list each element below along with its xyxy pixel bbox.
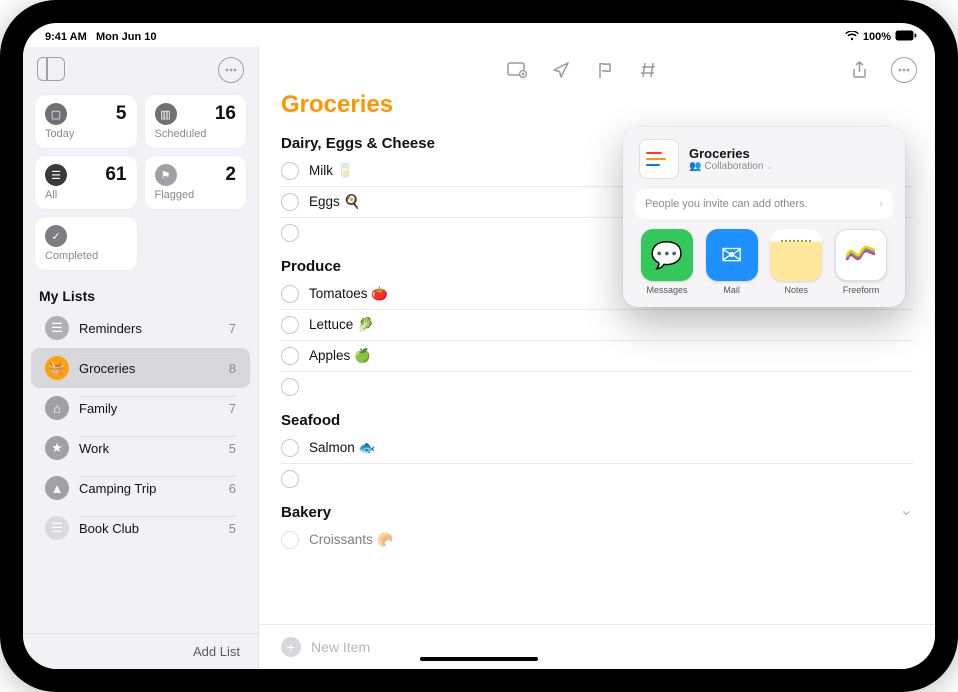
checkbox-icon[interactable]	[281, 347, 299, 365]
list-row-reminders[interactable]: ☰Reminders7	[31, 308, 250, 348]
status-bar: 9:41 AM Mon Jun 10 100%	[23, 23, 935, 47]
smart-list-flagged[interactable]: ⚑2 Flagged	[145, 156, 247, 209]
sidebar: ▢5 Today ▥16 Scheduled ☰61 All ⚑2 Flagge…	[23, 47, 259, 669]
hashtag-icon[interactable]	[639, 60, 659, 80]
basket-icon: 🧺	[45, 356, 69, 380]
share-app-notes[interactable]: Notes	[766, 229, 826, 295]
my-lists-header: My Lists	[23, 276, 258, 308]
smart-list-all[interactable]: ☰61 All	[35, 156, 137, 209]
share-sheet: Groceries 👥 Collaboration ⌄ People you i…	[623, 127, 905, 307]
checkbox-icon[interactable]	[281, 531, 299, 549]
smart-list-completed[interactable]: ✓ Completed	[35, 217, 137, 270]
template-icon[interactable]	[507, 60, 527, 80]
flag-icon: ⚑	[155, 164, 177, 186]
group-header[interactable]: Seafood	[281, 402, 913, 433]
lists-container: ☰Reminders7 🧺Groceries8 ⌂Family7 ★Work5 …	[23, 308, 258, 633]
checkbox-icon[interactable]	[281, 162, 299, 180]
mail-icon: ✉︎	[706, 229, 758, 281]
home-indicator[interactable]	[420, 657, 538, 661]
list-row-work[interactable]: ★Work5	[31, 428, 250, 468]
sidebar-more-icon[interactable]	[218, 57, 244, 83]
reminder-item[interactable]: Apples 🍏	[281, 340, 913, 371]
share-title: Groceries	[689, 146, 773, 161]
smart-list-today[interactable]: ▢5 Today	[35, 95, 137, 148]
battery-pct: 100%	[863, 31, 891, 43]
list-title: Groceries	[259, 83, 935, 125]
share-icon[interactable]	[849, 60, 869, 80]
list-row-camping[interactable]: ▲Camping Trip6	[31, 468, 250, 508]
checkbox-icon[interactable]	[281, 285, 299, 303]
notes-icon	[770, 229, 822, 281]
group-header[interactable]: Bakery	[281, 494, 331, 525]
freeform-icon	[835, 229, 887, 281]
calendar-icon: ▥	[155, 103, 177, 125]
reminder-item[interactable]: Lettuce 🥬	[281, 309, 913, 340]
reminder-item-empty[interactable]	[281, 463, 913, 494]
share-thumbnail-icon	[639, 139, 679, 179]
calendar-icon: ▢	[45, 103, 67, 125]
share-subtitle[interactable]: 👥 Collaboration ⌄	[689, 161, 773, 172]
list-row-groceries[interactable]: 🧺Groceries8	[31, 348, 250, 388]
wifi-icon	[845, 31, 859, 44]
reminder-item-empty[interactable]	[281, 371, 913, 402]
main-pane: Groceries Dairy, Eggs & Cheese Milk 🥛 Eg…	[259, 47, 935, 669]
list-bullet-icon: ☰	[45, 516, 69, 540]
invite-settings-row[interactable]: People you invite can add others. ›	[635, 189, 893, 219]
chevron-right-icon: ›	[879, 198, 883, 210]
chevron-down-icon[interactable]: ⌄	[900, 500, 913, 520]
checkbox-icon[interactable]	[281, 224, 299, 242]
people-icon: 👥	[689, 161, 701, 172]
add-item-icon[interactable]: +	[281, 637, 301, 657]
battery-icon	[895, 30, 917, 44]
location-icon[interactable]	[551, 60, 571, 80]
status-time: 9:41 AM	[45, 31, 87, 43]
checkmark-icon: ✓	[45, 225, 67, 247]
list-bullet-icon: ☰	[45, 316, 69, 340]
share-app-mail[interactable]: ✉︎Mail	[702, 229, 762, 295]
sidebar-toggle-icon[interactable]	[37, 57, 65, 81]
house-icon: ⌂	[45, 396, 69, 420]
add-list-button[interactable]: Add List	[193, 644, 240, 659]
checkbox-icon[interactable]	[281, 470, 299, 488]
list-row-family[interactable]: ⌂Family7	[31, 388, 250, 428]
list-row-bookclub[interactable]: ☰Book Club5	[31, 508, 250, 548]
share-app-messages[interactable]: 💬Messages	[637, 229, 697, 295]
checkbox-icon[interactable]	[281, 439, 299, 457]
checkbox-icon[interactable]	[281, 378, 299, 396]
chevron-down-icon: ⌄	[766, 162, 773, 171]
new-item-button[interactable]: New Item	[311, 639, 370, 655]
checkbox-icon[interactable]	[281, 193, 299, 211]
status-date: Mon Jun 10	[96, 31, 157, 43]
main-more-icon[interactable]	[891, 57, 917, 83]
reminder-item[interactable]: Salmon 🐟	[281, 433, 913, 463]
tent-icon: ▲	[45, 476, 69, 500]
reminder-item[interactable]: Croissants 🥐	[281, 525, 913, 555]
star-icon: ★	[45, 436, 69, 460]
smart-list-scheduled[interactable]: ▥16 Scheduled	[145, 95, 247, 148]
flag-icon[interactable]	[595, 60, 615, 80]
messages-icon: 💬	[641, 229, 693, 281]
tray-icon: ☰	[45, 164, 67, 186]
share-app-freeform[interactable]: Freeform	[831, 229, 891, 295]
checkbox-icon[interactable]	[281, 316, 299, 334]
